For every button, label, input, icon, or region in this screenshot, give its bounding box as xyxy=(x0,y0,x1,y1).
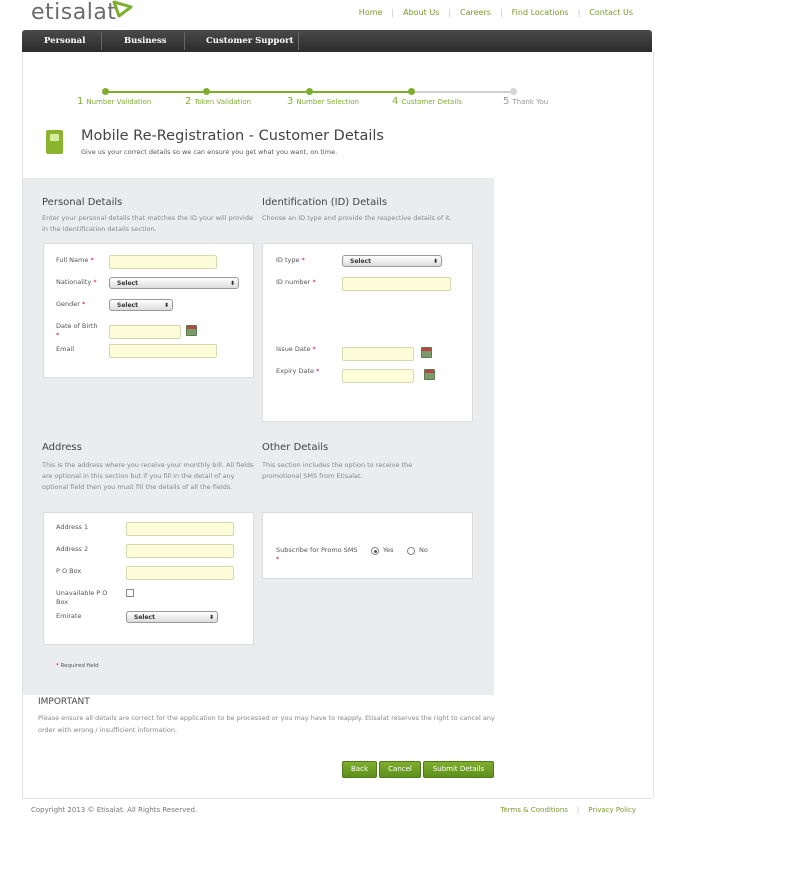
po-box-input[interactable] xyxy=(126,566,234,580)
top-link-find-locations[interactable]: Find Locations xyxy=(512,8,569,17)
address-title: Address xyxy=(42,442,82,453)
step-thank-you: 5 Thank You xyxy=(503,96,549,107)
progress-dot-4 xyxy=(408,88,415,95)
promo-sms-yes-label: Yes xyxy=(383,546,394,554)
top-link-about-us[interactable]: About Us xyxy=(403,8,439,17)
email-label: Email xyxy=(56,345,75,353)
promo-sms-no-label: No xyxy=(419,546,428,554)
address-2-label: Address 2 xyxy=(56,545,89,553)
date-of-birth-label: Date of Birth * xyxy=(56,322,98,339)
address-desc: This is the address where you receive yo… xyxy=(42,461,254,491)
nav-personal[interactable]: Personal xyxy=(44,30,85,52)
emirate-label: Emirate xyxy=(56,612,82,620)
step-token-validation: 2 Token Validation xyxy=(185,96,252,107)
page-title: Mobile Re-Registration - Customer Detail… xyxy=(81,128,384,144)
required-field-note: * Required field xyxy=(56,663,99,669)
expiry-date-label: Expiry Date * xyxy=(276,367,320,375)
select-arrows-icon: ⬍ xyxy=(432,258,438,265)
step-number-validation: 1 Number Validation xyxy=(77,96,152,107)
top-links: Home | About Us | Careers | Find Locations |… xyxy=(358,8,633,17)
other-details-title: Other Details xyxy=(262,442,329,453)
identification-details-desc: Choose an ID type and provide the respec… xyxy=(262,214,452,222)
email-input[interactable] xyxy=(109,344,217,358)
submit-details-button[interactable]: Submit Details xyxy=(423,761,494,778)
select-arrows-icon: ⬍ xyxy=(208,614,214,621)
progress-dot-3 xyxy=(306,88,313,95)
nav-divider xyxy=(298,32,299,50)
top-link-contact-us[interactable]: Contact Us xyxy=(589,8,633,17)
footer-divider xyxy=(22,798,652,799)
other-details-desc: This section includes the option to rece… xyxy=(262,461,413,480)
back-button[interactable]: Back xyxy=(342,761,377,778)
footer-link-terms[interactable]: Terms & Conditions xyxy=(500,806,568,814)
select-arrows-icon: ⬍ xyxy=(229,280,235,287)
copyright-text: Copyright 2013 © Etisalat. All Rights Re… xyxy=(31,806,198,814)
issue-date-input[interactable] xyxy=(342,347,414,361)
step-customer-details: 4 Customer Details xyxy=(392,96,462,107)
important-title: IMPORTANT xyxy=(38,697,90,707)
nav-business[interactable]: Business xyxy=(124,30,167,52)
id-type-select[interactable]: Select ⬍ xyxy=(342,255,442,267)
unavailable-po-box-checkbox[interactable] xyxy=(126,589,134,597)
personal-details-title: Personal Details xyxy=(42,197,123,208)
po-box-label: P O Box xyxy=(56,567,82,575)
date-of-birth-input[interactable] xyxy=(109,325,181,339)
emirate-select[interactable]: Select ⬍ xyxy=(126,611,218,623)
id-number-label: ID number * xyxy=(276,278,316,286)
issue-date-label: Issue Date * xyxy=(276,345,316,353)
top-link-home[interactable]: Home xyxy=(359,8,383,17)
identification-details-title: Identification (ID) Details xyxy=(262,197,388,208)
gender-select[interactable]: Select ⬍ xyxy=(109,299,173,311)
address-1-input[interactable] xyxy=(126,522,234,536)
full-name-label: Full Name * xyxy=(56,256,94,264)
top-link-careers[interactable]: Careers xyxy=(460,8,491,17)
id-type-label: ID type * xyxy=(276,256,305,264)
progress-track-remaining xyxy=(411,91,513,93)
gender-label: Gender * xyxy=(56,300,86,308)
progress-track xyxy=(105,91,411,93)
identification-details-panel xyxy=(262,243,473,422)
main-navbar: Personal Business Customer Support xyxy=(22,30,652,52)
nav-divider xyxy=(101,32,102,50)
progress-dot-1 xyxy=(102,88,109,95)
calendar-icon[interactable] xyxy=(186,325,197,336)
footer-links: Terms & Conditions | Privacy Policy xyxy=(500,806,636,814)
footer-link-privacy[interactable]: Privacy Policy xyxy=(588,806,636,814)
promo-sms-label: Subscribe for Promo SMS * xyxy=(276,546,358,563)
address-2-input[interactable] xyxy=(126,544,234,558)
id-number-input[interactable] xyxy=(342,277,451,291)
select-arrows-icon: ⬍ xyxy=(163,302,169,309)
nationality-label: Nationality * xyxy=(56,278,97,286)
calendar-icon[interactable] xyxy=(424,369,435,380)
step-number-selection: 3 Number Selection xyxy=(287,96,359,107)
progress-dot-2 xyxy=(203,88,210,95)
full-name-input[interactable] xyxy=(109,255,217,269)
sim-card-icon xyxy=(46,130,63,154)
nav-customer-support[interactable]: Customer Support xyxy=(206,30,293,52)
progress-dot-5 xyxy=(510,88,517,95)
page-subtitle: Give us your correct details so we can e… xyxy=(81,148,338,156)
promo-sms-yes-radio[interactable] xyxy=(371,547,379,555)
unavailable-po-box-label: Unavailable P O Box xyxy=(56,589,108,606)
etisalat-logo-mark-icon xyxy=(112,0,133,18)
etisalat-logo[interactable]: etisalat xyxy=(31,0,116,25)
important-text: Please ensure all details are correct fo… xyxy=(38,714,495,734)
nationality-select[interactable]: Select ⬍ xyxy=(109,277,239,289)
promo-sms-no-radio[interactable] xyxy=(407,547,415,555)
expiry-date-input[interactable] xyxy=(342,369,414,383)
cancel-button[interactable]: Cancel xyxy=(379,761,421,778)
address-1-label: Address 1 xyxy=(56,523,89,531)
calendar-icon[interactable] xyxy=(421,347,432,358)
nav-divider xyxy=(184,32,185,50)
personal-details-desc: Enter your personal details that matches… xyxy=(42,214,253,233)
